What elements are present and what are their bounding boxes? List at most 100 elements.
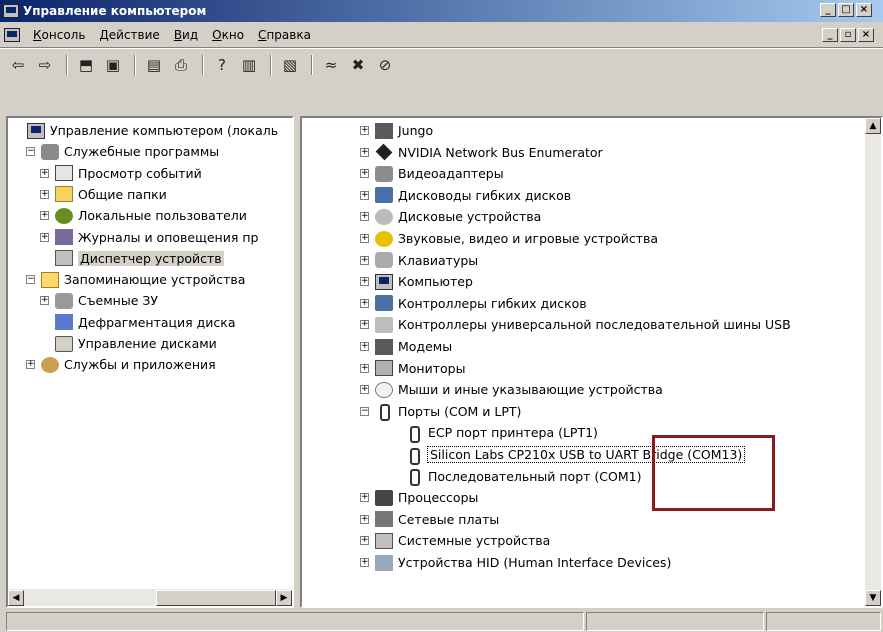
- tree-item[interactable]: Последовательный порт (COM1): [390, 466, 641, 487]
- tree-item[interactable]: + Дисководы гибких дисков: [360, 185, 571, 206]
- usb-icon: [375, 316, 393, 333]
- vertical-scrollbar[interactable]: ▲ ▼: [865, 118, 881, 606]
- expand-icon[interactable]: +: [360, 255, 369, 265]
- show-hide-tree-icon[interactable]: ▣: [101, 54, 125, 76]
- menu-help[interactable]: Справка: [251, 28, 318, 42]
- expand-icon[interactable]: +: [40, 296, 49, 306]
- storage-icon: [41, 271, 59, 288]
- show-hide-action-pane-icon[interactable]: ▥: [237, 54, 261, 76]
- services-icon: [41, 356, 59, 373]
- title-bar[interactable]: Управление компьютером _ □ ×: [0, 0, 883, 22]
- tree-item[interactable]: + Просмотр событий: [40, 163, 202, 184]
- menu-console[interactable]: Консоль: [26, 28, 92, 42]
- scroll-up-button[interactable]: ▲: [865, 118, 881, 134]
- tree-item[interactable]: Silicon Labs CP210x USB to UART Bridge (…: [390, 444, 746, 465]
- computer-management-icon: [3, 4, 19, 18]
- expand-icon[interactable]: +: [360, 147, 369, 157]
- tree-item[interactable]: + Контроллеры гибких дисков: [360, 293, 587, 314]
- tree-item-label: Сетевые платы: [398, 511, 500, 527]
- back-icon[interactable]: ⇦: [6, 54, 30, 76]
- expand-icon[interactable]: +: [360, 536, 369, 546]
- tree-item[interactable]: + Контроллеры универсальной последователь…: [360, 314, 791, 335]
- expand-icon[interactable]: +: [360, 234, 369, 243]
- expand-icon[interactable]: +: [360, 298, 369, 308]
- horizontal-scrollbar[interactable]: ◀ ▶: [8, 589, 292, 606]
- tree-item[interactable]: + Системные устройства: [360, 530, 550, 551]
- expand-icon[interactable]: +: [360, 493, 369, 503]
- scroll-right-button[interactable]: ▶: [276, 590, 292, 606]
- tree-item[interactable]: + Клавиатуры: [360, 250, 478, 271]
- tree-item[interactable]: + Сетевые платы: [360, 509, 499, 530]
- up-level-icon[interactable]: ⬒: [74, 54, 98, 76]
- menu-window[interactable]: Окно: [205, 28, 251, 42]
- expand-icon[interactable]: +: [40, 211, 49, 221]
- tree-item[interactable]: + Мониторы: [360, 358, 465, 379]
- tree-item[interactable]: + Службы и приложения: [26, 354, 216, 375]
- tree-item[interactable]: ECP порт принтера (LPT1): [390, 422, 598, 443]
- tree-item[interactable]: Дефрагментация диска: [40, 312, 236, 333]
- tree-item[interactable]: + Журналы и оповещения пр: [40, 227, 258, 248]
- tree-item[interactable]: − Служебные программы: [26, 141, 219, 162]
- collapse-icon[interactable]: −: [26, 147, 35, 157]
- collapse-icon[interactable]: −: [26, 275, 35, 285]
- expand-icon[interactable]: +: [26, 360, 35, 370]
- tree-item-label: Контроллеры универсальной последовательн…: [398, 317, 791, 333]
- child-minimize-button[interactable]: _: [822, 28, 838, 42]
- expand-icon[interactable]: +: [360, 320, 369, 330]
- tree-item[interactable]: + Компьютер: [360, 271, 473, 292]
- tree-item[interactable]: + Устройства HID (Human Interface Devices…: [360, 552, 671, 573]
- tree-item[interactable]: − Запоминающие устройства: [26, 269, 245, 290]
- child-restore-button[interactable]: ▫: [840, 28, 856, 42]
- scroll-thumb[interactable]: [156, 590, 276, 606]
- expand-icon[interactable]: +: [360, 342, 369, 351]
- scroll-left-button[interactable]: ◀: [8, 590, 24, 606]
- uninstall-icon[interactable]: ✖: [346, 54, 370, 76]
- maximize-button[interactable]: □: [838, 3, 854, 17]
- tree-item[interactable]: + Звуковые, видео и игровые устройства: [360, 228, 658, 249]
- tree-item[interactable]: + Мыши и иные указывающие устройства: [360, 379, 663, 400]
- tree-item[interactable]: + Jungo: [360, 120, 433, 141]
- disable-device-icon[interactable]: ⊘: [373, 54, 397, 76]
- update-driver-icon[interactable]: ≈: [319, 54, 343, 76]
- properties-icon[interactable]: ▤: [142, 54, 166, 76]
- expand-icon[interactable]: +: [360, 126, 369, 135]
- tree-item[interactable]: Управление компьютером (локаль: [12, 120, 278, 141]
- menu-view[interactable]: Вид: [167, 28, 205, 42]
- scroll-down-button[interactable]: ▼: [865, 590, 881, 606]
- expand-icon[interactable]: +: [360, 385, 369, 395]
- expand-icon[interactable]: +: [360, 558, 369, 567]
- tree-item[interactable]: + Съемные ЗУ: [40, 290, 158, 311]
- expand-icon[interactable]: +: [360, 169, 369, 179]
- expand-icon[interactable]: +: [360, 514, 369, 524]
- minimize-button[interactable]: _: [820, 3, 836, 17]
- console-tree-pane[interactable]: Управление компьютером (локаль − Служебные…: [6, 116, 294, 608]
- menu-action[interactable]: Действие: [92, 28, 166, 42]
- close-button[interactable]: ×: [856, 3, 872, 17]
- console-icon[interactable]: [4, 28, 20, 42]
- forward-icon[interactable]: ⇨: [33, 54, 57, 76]
- expand-icon[interactable]: +: [360, 212, 369, 222]
- tree-item[interactable]: Управление дисками: [40, 333, 217, 354]
- tree-item[interactable]: + Дисковые устройства: [360, 206, 541, 227]
- collapse-icon[interactable]: −: [360, 406, 369, 416]
- tree-item[interactable]: + Процессоры: [360, 487, 478, 508]
- print-icon[interactable]: ⎙: [169, 54, 193, 76]
- expand-icon[interactable]: +: [40, 189, 49, 199]
- cpu-icon: [375, 489, 393, 506]
- expand-icon[interactable]: +: [40, 168, 49, 178]
- tree-item[interactable]: + Модемы: [360, 336, 452, 357]
- expand-icon[interactable]: +: [360, 363, 369, 373]
- tree-item[interactable]: + Общие папки: [40, 184, 167, 205]
- child-close-button[interactable]: ×: [858, 28, 874, 42]
- device-list-pane[interactable]: + Jungo + NVIDIA Network Bus Enumerator + Вид…: [300, 116, 883, 608]
- expand-icon[interactable]: +: [40, 232, 49, 242]
- expand-icon[interactable]: +: [360, 277, 369, 287]
- tree-item[interactable]: − Порты (COM и LPT): [360, 401, 521, 422]
- tree-item[interactable]: Диспетчер устройств: [40, 248, 224, 269]
- tree-item[interactable]: + NVIDIA Network Bus Enumerator: [360, 142, 603, 163]
- tree-item[interactable]: + Локальные пользователи: [40, 205, 247, 226]
- tree-item[interactable]: + Видеоадаптеры: [360, 163, 504, 184]
- expand-icon[interactable]: +: [360, 190, 369, 200]
- help-icon[interactable]: ?: [210, 54, 234, 76]
- scan-hardware-icon[interactable]: ▧: [278, 54, 302, 76]
